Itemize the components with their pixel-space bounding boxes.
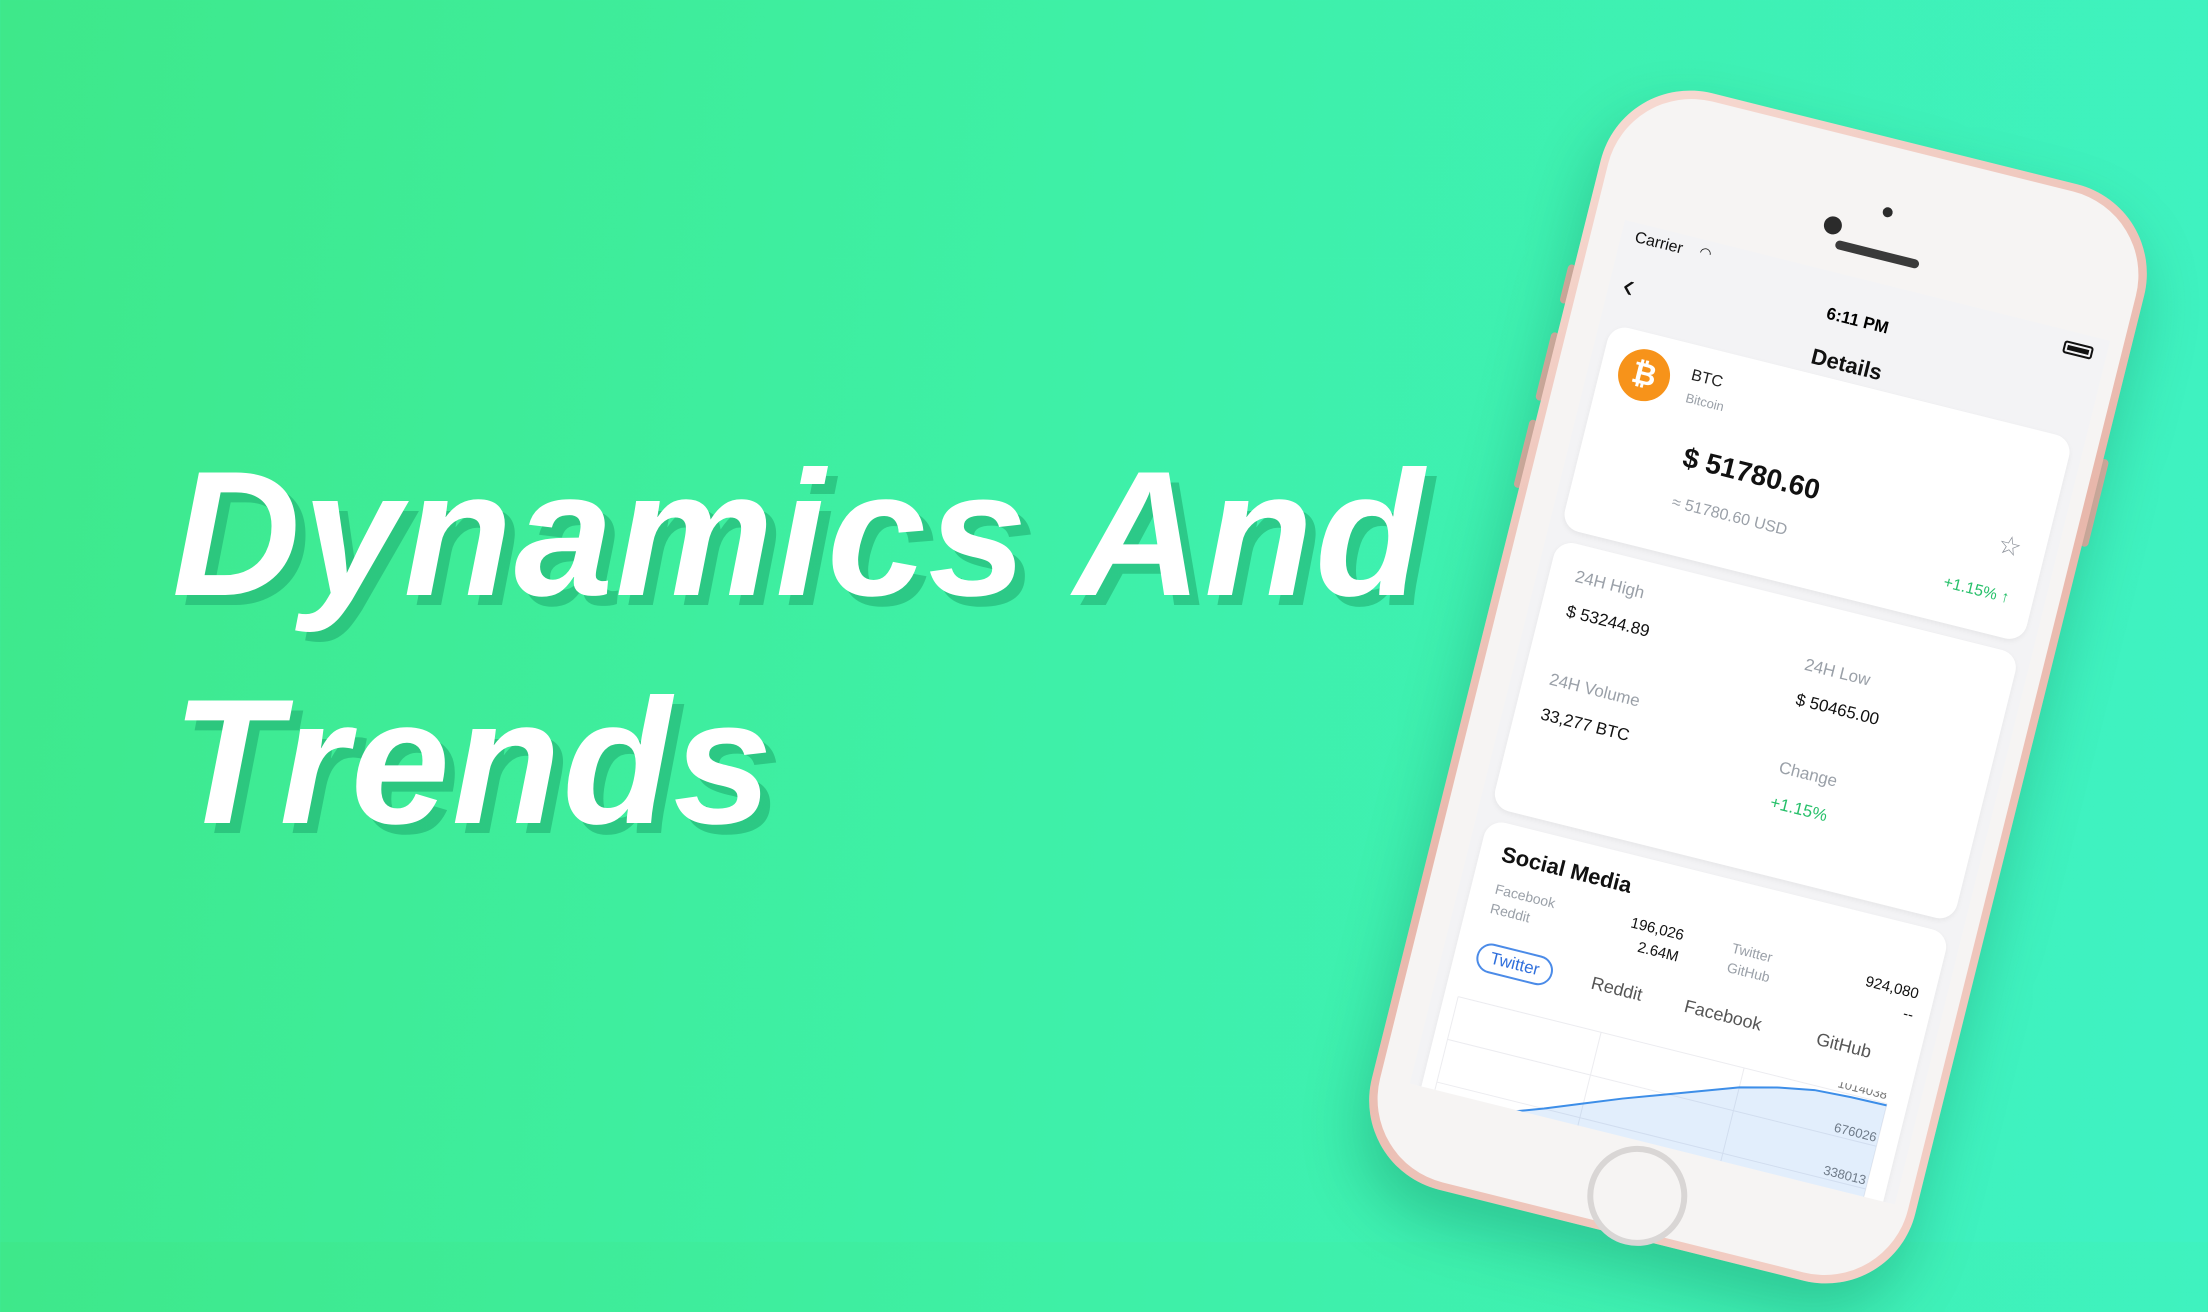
chart-gridline-v <box>1568 1032 1602 1161</box>
bitcoin-icon: ₿ <box>1612 343 1676 407</box>
tab-facebook[interactable]: Facebook <box>1682 996 1764 1036</box>
headline-line-1: Dynamics And <box>172 434 1426 633</box>
headline-line-2: Trends <box>172 662 775 861</box>
coin-symbol: BTC <box>1689 366 1725 392</box>
headline: Dynamics And Trends <box>172 420 1426 876</box>
chart-gridline-v <box>1425 996 1459 1125</box>
home-button[interactable] <box>1576 1135 1698 1257</box>
phone-body: Carrier ◠ ‹ 6:11 PM Details ₿ BTC Bitcoi… <box>1349 71 2167 1303</box>
battery-icon <box>2061 339 2095 360</box>
stat-low-value: $ 50465.00 <box>1793 689 1882 729</box>
phone-mockup: Carrier ◠ ‹ 6:11 PM Details ₿ BTC Bitcoi… <box>1349 71 2167 1303</box>
stat-high-value: $ 53244.89 <box>1564 601 1652 641</box>
phone-front: Carrier ◠ ‹ 6:11 PM Details ₿ BTC Bitcoi… <box>1359 80 2157 1294</box>
coin-usd-equivalent: ≈ 51780.60 USD <box>1670 493 1789 540</box>
wifi-icon: ◠ <box>1697 243 1714 262</box>
coin-price: $ 51780.60 <box>1679 441 1824 506</box>
stat-volume-label: 24H Volume <box>1547 669 1642 711</box>
app-screen: Carrier ◠ ‹ 6:11 PM Details ₿ BTC Bitcoi… <box>1409 219 2111 1205</box>
stat-change-label: Change <box>1776 757 1840 791</box>
tab-twitter[interactable]: Twitter <box>1473 940 1557 989</box>
stat-high-label: 24H High <box>1573 566 1647 603</box>
stat-volume-value: 33,277 BTC <box>1538 704 1632 745</box>
proximity-sensor <box>1881 206 1894 219</box>
favorite-star-icon[interactable]: ☆ <box>1995 528 2025 564</box>
tab-reddit[interactable]: Reddit <box>1589 973 1644 1006</box>
coin-change-percent: +1.15% ↑ <box>1941 574 2011 607</box>
earpiece-speaker <box>1834 239 1920 270</box>
coin-name: Bitcoin <box>1684 390 1726 415</box>
carrier-label: Carrier <box>1633 229 1685 258</box>
front-camera <box>1821 214 1844 237</box>
tab-github[interactable]: GitHub <box>1814 1029 1873 1063</box>
stat-low-label: 24H Low <box>1802 654 1873 690</box>
stat-change-value: +1.15% <box>1768 792 1830 826</box>
